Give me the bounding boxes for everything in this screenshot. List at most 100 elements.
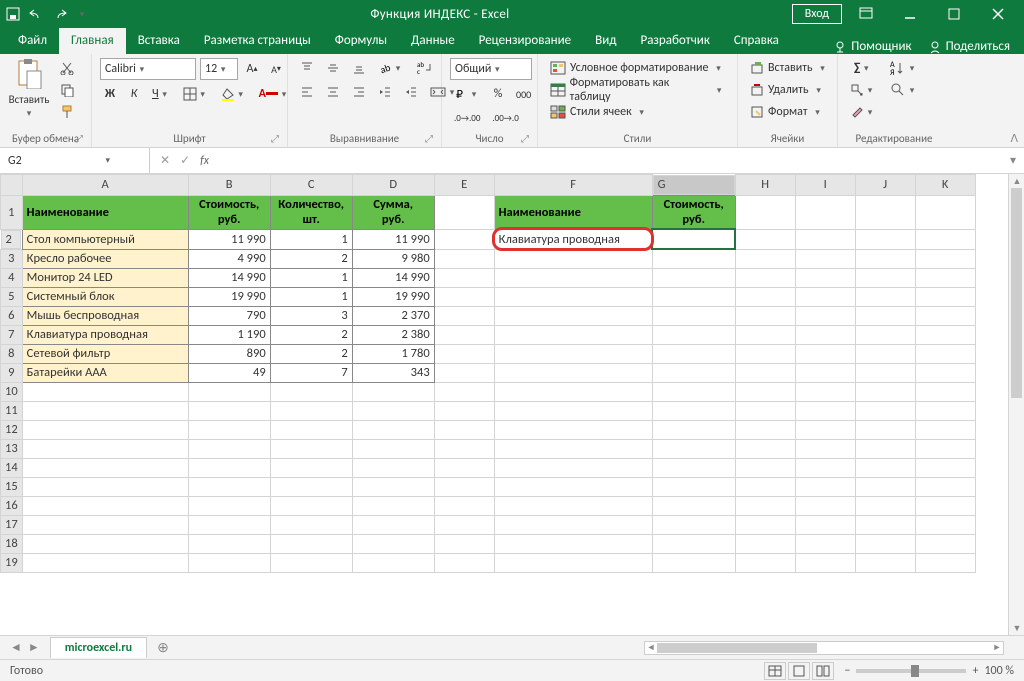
cell-D19[interactable] <box>352 553 434 572</box>
align-left-button[interactable] <box>296 82 318 102</box>
cell-K7[interactable] <box>915 325 975 344</box>
cell-A10[interactable] <box>22 382 188 401</box>
font-name-select[interactable]: Calibri▾ <box>100 58 196 80</box>
cell-J11[interactable] <box>855 401 915 420</box>
cell-B18[interactable] <box>188 534 270 553</box>
cell-D5[interactable]: 19 990 <box>352 287 434 306</box>
cell-I16[interactable] <box>795 496 855 515</box>
cell-D4[interactable]: 14 990 <box>352 268 434 287</box>
cell-C2[interactable]: 1 <box>270 229 352 249</box>
cell-A3[interactable]: Кресло рабочее <box>22 249 188 268</box>
cell-H17[interactable] <box>735 515 795 534</box>
tab-formulas[interactable]: Формулы <box>323 28 399 54</box>
cell-F16[interactable] <box>494 496 652 515</box>
cell-K8[interactable] <box>915 344 975 363</box>
percent-button[interactable]: % <box>488 84 508 104</box>
cell-C5[interactable]: 1 <box>270 287 352 306</box>
cell-K2[interactable] <box>915 229 975 249</box>
cell-K3[interactable] <box>915 249 975 268</box>
cell-D8[interactable]: 1 780 <box>352 344 434 363</box>
cell-E16[interactable] <box>434 496 494 515</box>
cell-E17[interactable] <box>434 515 494 534</box>
redo-icon[interactable] <box>52 7 68 21</box>
tab-pagelayout[interactable]: Разметка страницы <box>192 28 323 54</box>
cell-I4[interactable] <box>795 268 855 287</box>
row-header-1[interactable]: 1 <box>1 195 23 229</box>
cell-C6[interactable]: 3 <box>270 306 352 325</box>
tab-home[interactable]: Главная <box>59 28 126 54</box>
cell-B7[interactable]: 1 190 <box>188 325 270 344</box>
fx-button[interactable]: fx <box>200 154 209 168</box>
wrap-text-button[interactable]: abc <box>412 58 436 78</box>
cell-G1[interactable]: Стоимость,руб. <box>652 195 735 229</box>
row-header-4[interactable]: 4 <box>1 268 23 287</box>
cell-K15[interactable] <box>915 477 975 496</box>
cell-F14[interactable] <box>494 458 652 477</box>
cell-D18[interactable] <box>352 534 434 553</box>
row-header-12[interactable]: 12 <box>1 420 23 439</box>
cell-C3[interactable]: 2 <box>270 249 352 268</box>
cell-I9[interactable] <box>795 363 855 382</box>
cell-H12[interactable] <box>735 420 795 439</box>
cell-F10[interactable] <box>494 382 652 401</box>
cell-E2[interactable] <box>434 229 494 249</box>
cell-A14[interactable] <box>22 458 188 477</box>
tab-data[interactable]: Данные <box>399 28 467 54</box>
cell-K5[interactable] <box>915 287 975 306</box>
increase-indent-button[interactable] <box>400 82 422 102</box>
cell-D15[interactable] <box>352 477 434 496</box>
cell-B2[interactable]: 11 990 <box>188 229 270 249</box>
row-header-18[interactable]: 18 <box>1 534 23 553</box>
cell-F11[interactable] <box>494 401 652 420</box>
row-header-9[interactable]: 9 <box>1 363 23 382</box>
cell-I11[interactable] <box>795 401 855 420</box>
bold-button[interactable]: Ж <box>100 84 120 104</box>
cell-E1[interactable] <box>434 195 494 229</box>
cell-F5[interactable] <box>494 287 652 306</box>
share-button[interactable]: Поделиться <box>928 39 1010 54</box>
insert-cells-button[interactable]: Вставить▾ <box>746 58 833 78</box>
cell-I8[interactable] <box>795 344 855 363</box>
cell-F3[interactable] <box>494 249 652 268</box>
row-header-8[interactable]: 8 <box>1 344 23 363</box>
cell-B14[interactable] <box>188 458 270 477</box>
cell-C7[interactable]: 2 <box>270 325 352 344</box>
cell-B9[interactable]: 49 <box>188 363 270 382</box>
cell-H3[interactable] <box>735 249 795 268</box>
delete-cells-button[interactable]: Удалить▾ <box>746 80 829 100</box>
cell-H2[interactable] <box>735 229 795 249</box>
cancel-formula-icon[interactable]: ✕ <box>160 153 170 168</box>
cell-F2[interactable]: Клавиатура проводная <box>494 229 652 249</box>
cell-K12[interactable] <box>915 420 975 439</box>
align-top-button[interactable] <box>296 58 318 78</box>
cell-G5[interactable] <box>652 287 735 306</box>
maximize-button[interactable] <box>934 0 974 28</box>
row-header-17[interactable]: 17 <box>1 515 23 534</box>
cell-B1[interactable]: Стоимость,руб. <box>188 195 270 229</box>
cell-H15[interactable] <box>735 477 795 496</box>
cell-C4[interactable]: 1 <box>270 268 352 287</box>
cell-H18[interactable] <box>735 534 795 553</box>
cell-A15[interactable] <box>22 477 188 496</box>
cell-B6[interactable]: 790 <box>188 306 270 325</box>
row-header-14[interactable]: 14 <box>1 458 23 477</box>
cell-K9[interactable] <box>915 363 975 382</box>
cell-A4[interactable]: Монитор 24 LED <box>22 268 188 287</box>
cell-B16[interactable] <box>188 496 270 515</box>
decrease-font-button[interactable]: A▾ <box>266 59 286 79</box>
cell-D10[interactable] <box>352 382 434 401</box>
cell-styles-button[interactable]: Стили ячеек▾ <box>546 102 652 122</box>
copy-button[interactable] <box>56 80 78 100</box>
undo-icon[interactable] <box>28 7 44 21</box>
zoom-slider[interactable] <box>856 669 966 673</box>
view-normal-button[interactable] <box>764 662 786 680</box>
row-header-7[interactable]: 7 <box>1 325 23 344</box>
cell-C1[interactable]: Количество,шт. <box>270 195 352 229</box>
cell-C19[interactable] <box>270 553 352 572</box>
cell-B10[interactable] <box>188 382 270 401</box>
cell-J2[interactable] <box>855 229 915 249</box>
col-header-F[interactable]: F <box>494 175 652 196</box>
col-header-A[interactable]: A <box>22 175 188 196</box>
cell-G14[interactable] <box>652 458 735 477</box>
cell-J1[interactable] <box>855 195 915 229</box>
